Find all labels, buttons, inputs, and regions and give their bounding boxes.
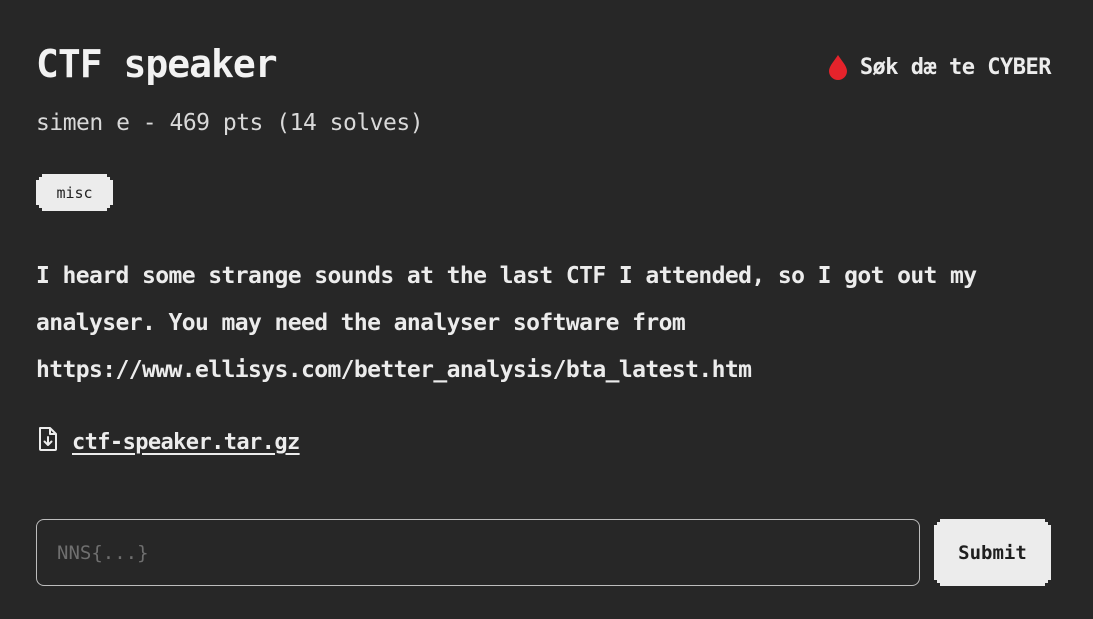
attachment: ctf-speaker.tar.gz (36, 426, 300, 458)
attachment-download-link[interactable]: ctf-speaker.tar.gz (72, 430, 300, 455)
first-blood-label: Søk dæ te CYBER (859, 54, 1052, 80)
file-download-icon (36, 426, 60, 458)
challenge-description: I heard some strange sounds at the last … (36, 253, 1046, 394)
description-line: analyser. You may need the analyser soft… (36, 310, 686, 336)
first-blood-badge: Søk dæ te CYBER (828, 54, 1052, 80)
category-tag: misc (36, 174, 113, 211)
submit-button[interactable]: Submit (934, 519, 1051, 586)
challenge-meta: simen e - 469 pts (14 solves) (36, 110, 424, 136)
description-url: https://www.ellisys.com/better_analysis/… (36, 357, 752, 383)
description-line: I heard some strange sounds at the last … (36, 263, 977, 289)
challenge-title: CTF speaker (36, 42, 278, 86)
blood-drop-icon (828, 54, 848, 80)
flag-input[interactable] (36, 519, 920, 586)
